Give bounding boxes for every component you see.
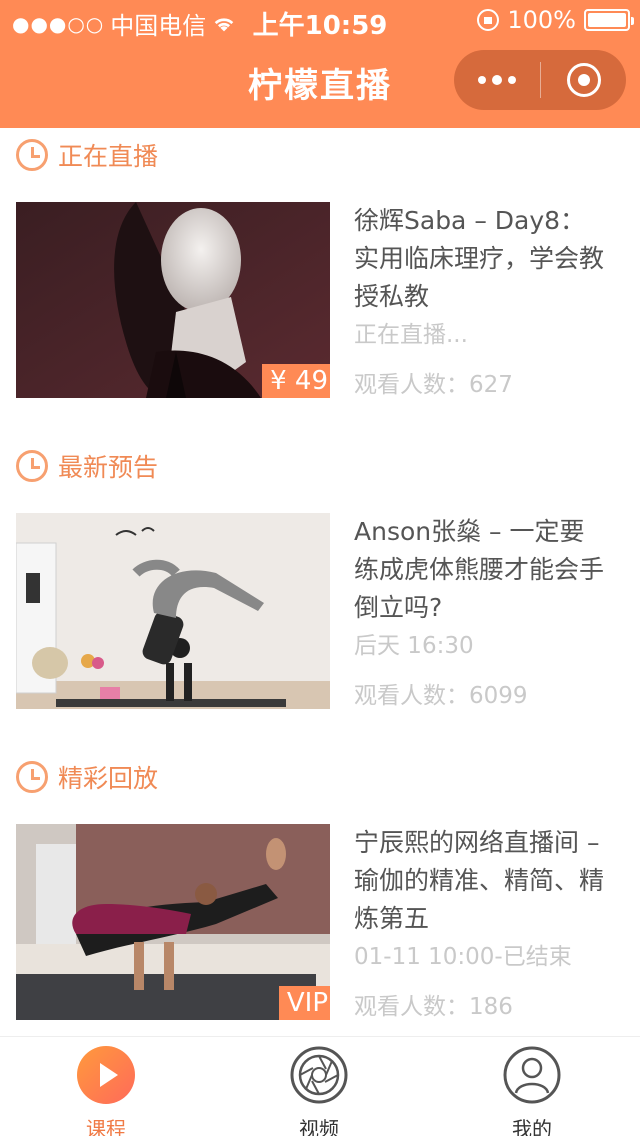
clock-icon [16, 761, 48, 793]
course-title: Anson张燊 – 一定要练成虎体熊腰才能会手倒立吗? [354, 517, 604, 622]
section-header-live: 正在直播 [16, 137, 158, 173]
target-circle-icon [566, 63, 601, 97]
section-header-replay: 精彩回放 [16, 759, 158, 795]
rotation-lock-icon [477, 9, 500, 31]
vip-badge: VIP [278, 986, 330, 1020]
more-dot-icon [492, 75, 502, 85]
tab-me[interactable]: 我的 [472, 1045, 592, 1136]
more-dot-icon [508, 76, 516, 84]
yoga-handstand-photo-image [16, 513, 330, 709]
miniapp-capsule [454, 50, 626, 110]
tab-label: 课程 [86, 1117, 126, 1136]
course-title: 徐辉Saba – Day8：实用临床理疗，学会教授私教 [354, 206, 604, 311]
tab-label: 我的 [512, 1117, 552, 1136]
price-badge: ¥ 49 [262, 364, 330, 398]
section-title: 精彩回放 [58, 764, 159, 793]
bottom-tab-bar: 课程 视频 我的 [0, 1036, 640, 1136]
course-thumbnail [16, 513, 330, 709]
user-icon [503, 1046, 561, 1104]
course-card-live[interactable]: ¥ 49 徐辉Saba – Day8：实用临床理疗，学会教授私教 正在直播...… [16, 202, 624, 398]
play-icon [77, 1046, 135, 1104]
clock-icon [16, 139, 48, 171]
course-info: 徐辉Saba – Day8：实用临床理疗，学会教授私教 正在直播... 观看人数… [354, 202, 604, 398]
course-card-replay[interactable]: VIP 宁辰熙的网络直播间 – 瑜伽的精准、精简、精炼第五 01-11 10:0… [16, 824, 624, 1020]
tab-label: 视频 [299, 1117, 339, 1136]
more-dot-icon [478, 76, 486, 84]
course-card-upcoming[interactable]: Anson张燊 – 一定要练成虎体熊腰才能会手倒立吗? 后天 16:30 观看人… [16, 513, 624, 709]
status-right: 100% [477, 6, 634, 34]
more-button[interactable] [454, 50, 540, 110]
section-title: 最新预告 [58, 453, 159, 482]
course-status: 01-11 10:00-已结束 [354, 944, 572, 970]
status-bar: ●●●○○ 中国电信 上午10:59 100% [0, 0, 640, 41]
course-title: 宁辰熙的网络直播间 – 瑜伽的精准、精简、精炼第五 [354, 828, 604, 933]
course-info: 宁辰熙的网络直播间 – 瑜伽的精准、精简、精炼第五 01-11 10:00-已结… [354, 824, 604, 1020]
tab-courses[interactable]: 课程 [46, 1045, 166, 1136]
clock-icon [16, 450, 48, 482]
view-count: 观看人数：6099 [354, 683, 528, 709]
camera-aperture-icon [290, 1046, 348, 1104]
close-miniapp-button[interactable] [541, 50, 626, 110]
battery-percent: 100% [507, 6, 576, 34]
course-thumbnail: VIP [16, 824, 330, 1020]
course-thumbnail: ¥ 49 [16, 202, 330, 398]
section-title: 正在直播 [58, 142, 159, 171]
app-header: ●●●○○ 中国电信 上午10:59 100% 柠檬直播 [0, 0, 640, 128]
course-status: 后天 16:30 [354, 633, 474, 659]
view-count: 观看人数：186 [354, 994, 513, 1020]
tab-videos[interactable]: 视频 [259, 1045, 379, 1136]
section-header-upcoming: 最新预告 [16, 448, 158, 484]
course-info: Anson张燊 – 一定要练成虎体熊腰才能会手倒立吗? 后天 16:30 观看人… [354, 513, 604, 709]
battery-icon [584, 9, 634, 31]
view-count: 观看人数：627 [354, 372, 513, 398]
course-status: 正在直播... [354, 322, 468, 348]
